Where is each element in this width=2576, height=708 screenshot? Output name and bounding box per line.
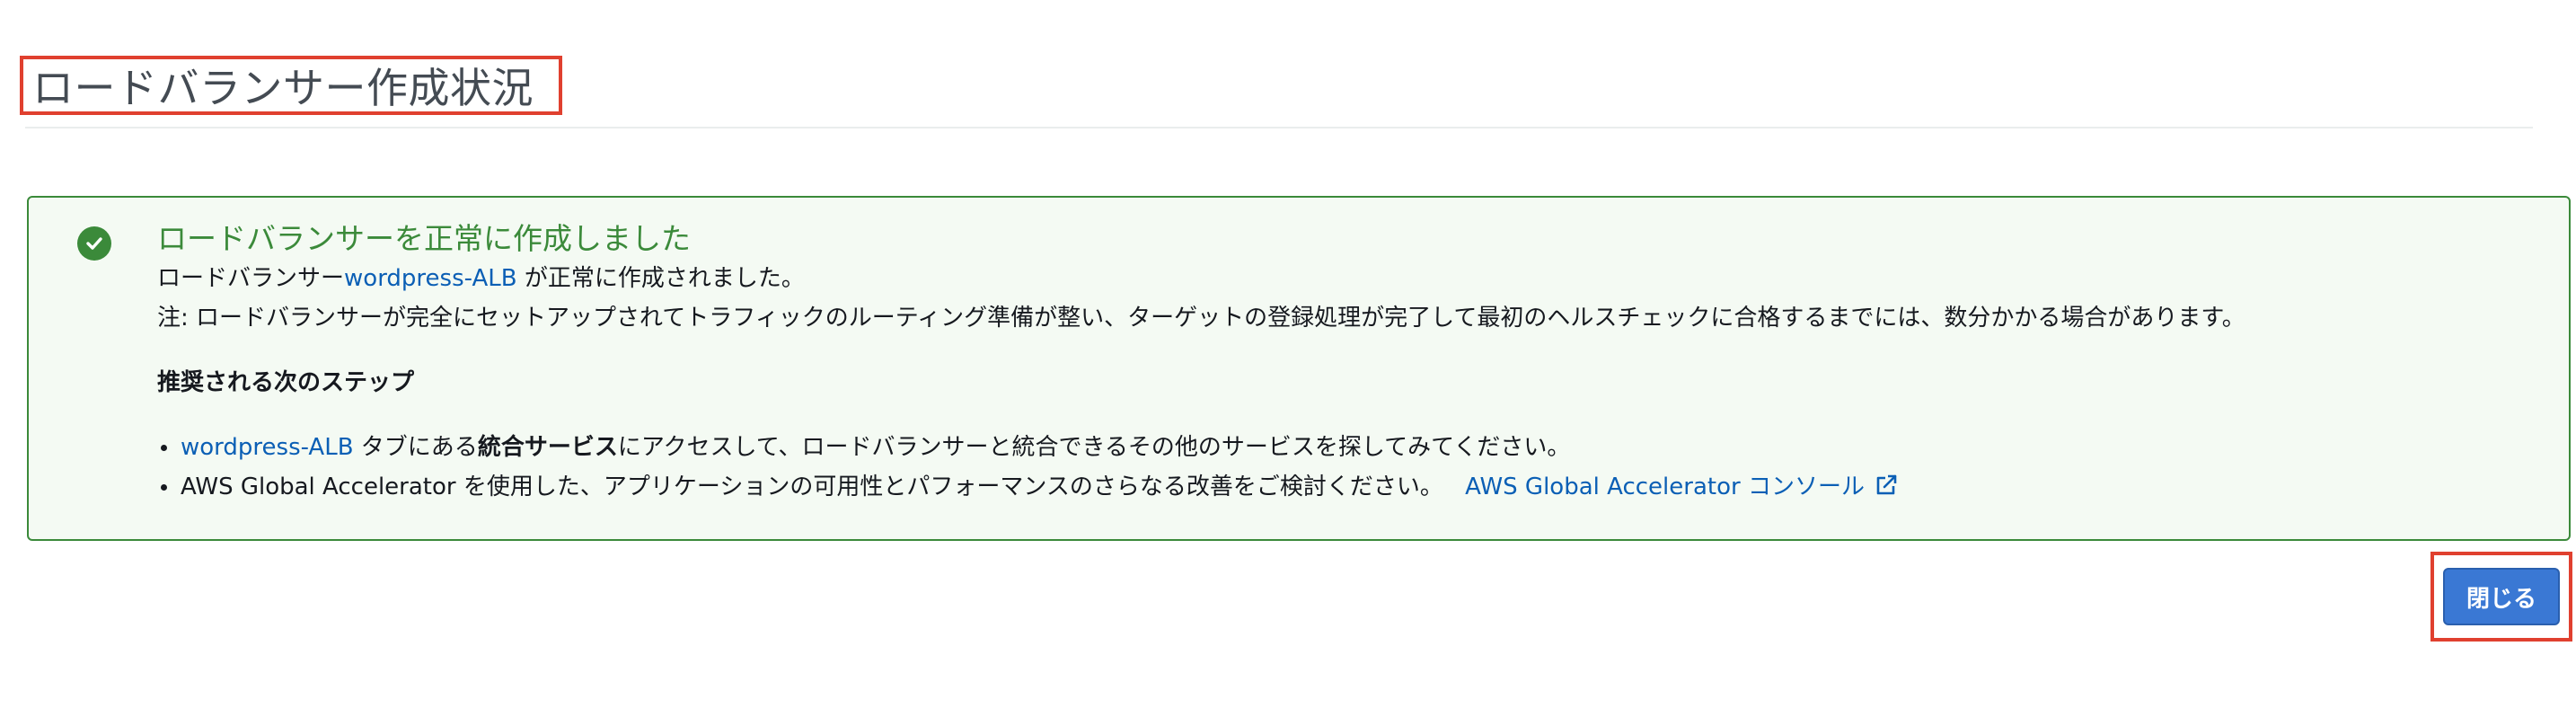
step1-text-before: タブにある xyxy=(353,434,478,461)
created-message: ロードバランサーwordpress-ALB が正常に作成されました。 xyxy=(157,259,2546,298)
load-balancer-tab-link[interactable]: wordpress-ALB xyxy=(181,434,354,461)
next-steps-list: wordpress-ALB タブにある統合サービスにアクセスして、ロードバランサ… xyxy=(157,428,2546,510)
close-button[interactable]: 閉じる xyxy=(2443,568,2560,625)
page-title-highlight: ロードバランサー作成状況 xyxy=(20,56,562,115)
step1-text-after: にアクセスして、ロードバランサーと統合できるその他のサービスを探してみてください… xyxy=(617,434,1571,461)
close-button-highlight: 閉じる xyxy=(2430,552,2572,642)
page-title: ロードバランサー作成状況 xyxy=(32,64,534,112)
global-accelerator-console-label: AWS Global Accelerator コンソール xyxy=(1465,473,1865,500)
next-steps-heading: 推奨される次のステップ xyxy=(157,369,415,396)
title-divider xyxy=(25,127,2533,128)
list-item: wordpress-ALB タブにある統合サービスにアクセスして、ロードバランサ… xyxy=(161,428,2546,467)
page: ロードバランサー作成状況 ロードバランサーを正常に作成しました ロードバランサー… xyxy=(0,0,2576,708)
success-heading: ロードバランサーを正常に作成しました xyxy=(157,221,691,256)
created-prefix: ロードバランサー xyxy=(157,265,345,292)
note-text: 注: ロードバランサーが完全にセットアップされてトラフィックのルーティング準備が… xyxy=(157,305,2245,332)
integration-services-label: 統合サービス xyxy=(477,434,618,461)
external-link-icon xyxy=(1874,471,1899,510)
list-item: AWS Global Accelerator を使用した、アプリケーションの可用… xyxy=(161,467,2546,510)
global-accelerator-console-link[interactable]: AWS Global Accelerator コンソール xyxy=(1465,473,1899,500)
step2-text: AWS Global Accelerator を使用した、アプリケーションの可用… xyxy=(181,473,1443,500)
load-balancer-link[interactable]: wordpress-ALB xyxy=(344,265,517,292)
alert-content: ロードバランサーを正常に作成しました ロードバランサーwordpress-ALB… xyxy=(157,219,2546,510)
check-circle-icon xyxy=(77,226,111,261)
success-alert-panel: ロードバランサーを正常に作成しました ロードバランサーwordpress-ALB… xyxy=(27,196,2571,541)
created-suffix: が正常に作成されました。 xyxy=(516,265,805,292)
